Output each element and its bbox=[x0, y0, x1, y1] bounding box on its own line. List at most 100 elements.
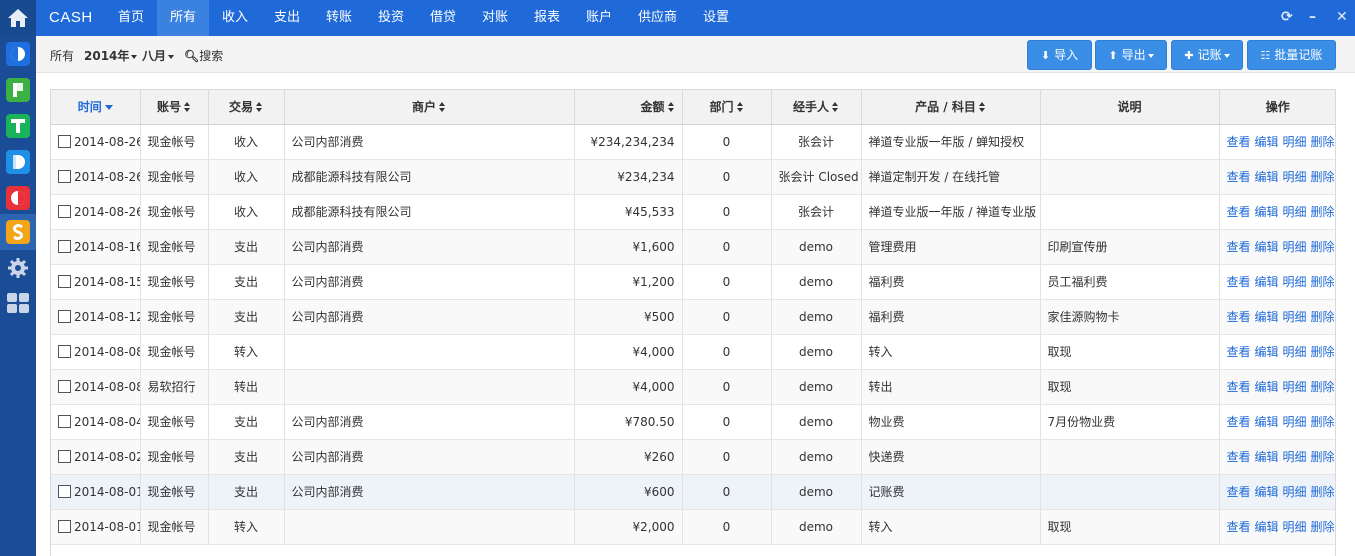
view-link[interactable]: 查看 bbox=[1227, 275, 1251, 289]
row-checkbox[interactable] bbox=[58, 169, 71, 183]
delete-link[interactable]: 删除 bbox=[1311, 240, 1335, 254]
detail-link[interactable]: 明细 bbox=[1283, 450, 1307, 464]
row-checkbox[interactable] bbox=[58, 134, 71, 148]
edit-link[interactable]: 编辑 bbox=[1255, 205, 1279, 219]
row-checkbox[interactable] bbox=[58, 274, 71, 288]
app-o-icon[interactable] bbox=[6, 186, 30, 210]
edit-link[interactable]: 编辑 bbox=[1255, 135, 1279, 149]
table-row[interactable]: 2014-08-01 现金帐号 支出 公司内部消费 ¥600 0 demo 记账费 查看 编辑 明细… bbox=[51, 474, 1335, 510]
app-t-icon[interactable] bbox=[6, 114, 30, 138]
row-checkbox[interactable] bbox=[58, 379, 71, 393]
nav-transfer[interactable]: 转账 bbox=[313, 0, 365, 36]
edit-link[interactable]: 编辑 bbox=[1255, 450, 1279, 464]
close-icon[interactable]: ✕ bbox=[1336, 9, 1348, 25]
nav-income[interactable]: 收入 bbox=[209, 0, 261, 36]
search-link[interactable]: 🔍︎搜索 bbox=[184, 47, 223, 64]
nav-reports[interactable]: 报表 bbox=[521, 0, 573, 36]
detail-link[interactable]: 明细 bbox=[1283, 520, 1307, 534]
row-checkbox[interactable] bbox=[58, 519, 71, 533]
grid-icon[interactable] bbox=[6, 291, 30, 315]
col-header-handler[interactable]: 经手人 bbox=[771, 90, 862, 125]
edit-link[interactable]: 编辑 bbox=[1255, 380, 1279, 394]
row-checkbox[interactable] bbox=[58, 484, 71, 498]
table-row[interactable]: 2014-08-26 现金帐号 收入 成都能源科技有限公司 ¥45,533 0 张会计 禅道专… bbox=[51, 194, 1335, 230]
nav-loan[interactable]: 借贷 bbox=[417, 0, 469, 36]
minimize-icon[interactable]: – bbox=[1309, 9, 1316, 25]
delete-link[interactable]: 删除 bbox=[1311, 205, 1335, 219]
nav-invest[interactable]: 投资 bbox=[365, 0, 417, 36]
table-row[interactable]: 2014-08-02 现金帐号 支出 公司内部消费 ¥260 0 demo 快递费 查看 编辑 明细… bbox=[51, 439, 1335, 475]
app-s-icon[interactable] bbox=[6, 220, 30, 244]
row-checkbox[interactable] bbox=[58, 239, 71, 253]
view-link[interactable]: 查看 bbox=[1227, 135, 1251, 149]
edit-link[interactable]: 编辑 bbox=[1255, 170, 1279, 184]
delete-link[interactable]: 删除 bbox=[1311, 135, 1335, 149]
settings-icon[interactable] bbox=[6, 256, 30, 280]
delete-link[interactable]: 删除 bbox=[1311, 170, 1335, 184]
row-checkbox[interactable] bbox=[58, 309, 71, 323]
table-row[interactable]: 2014-08-08 易软招行 转出 ¥4,000 0 demo 转出 取现 查看 编辑 明细 删除 bbox=[51, 369, 1335, 405]
delete-link[interactable]: 删除 bbox=[1311, 485, 1335, 499]
col-header-merchant[interactable]: 商户 bbox=[284, 90, 575, 125]
col-header-department[interactable]: 部门 bbox=[682, 90, 772, 125]
table-row[interactable]: 2014-08-08 现金帐号 转入 ¥4,000 0 demo 转入 取现 查看 编辑 明细 删除 bbox=[51, 334, 1335, 370]
detail-link[interactable]: 明细 bbox=[1283, 415, 1307, 429]
col-header-time[interactable]: 时间 bbox=[51, 90, 141, 125]
table-row[interactable]: 2014-08-26 现金帐号 收入 成都能源科技有限公司 ¥234,234 0 张会计 C… bbox=[51, 159, 1335, 195]
batch-record-button[interactable]: ☷ 批量记账 bbox=[1247, 40, 1336, 70]
home-button[interactable] bbox=[0, 0, 36, 36]
table-row[interactable]: 2014-08-16 现金帐号 支出 公司内部消费 ¥1,600 0 demo 管理费用 印刷宣… bbox=[51, 229, 1335, 265]
detail-link[interactable]: 明细 bbox=[1283, 485, 1307, 499]
nav-accounts[interactable]: 账户 bbox=[573, 0, 625, 36]
edit-link[interactable]: 编辑 bbox=[1255, 415, 1279, 429]
nav-all[interactable]: 所有 bbox=[157, 0, 210, 36]
table-row[interactable]: 2014-08-04 现金帐号 支出 公司内部消费 ¥780.50 0 demo 物业费 7月份… bbox=[51, 404, 1335, 440]
row-checkbox[interactable] bbox=[58, 344, 71, 358]
delete-link[interactable]: 删除 bbox=[1311, 520, 1335, 534]
edit-link[interactable]: 编辑 bbox=[1255, 345, 1279, 359]
nav-reconcile[interactable]: 对账 bbox=[469, 0, 521, 36]
record-button[interactable]: ✚ 记账 bbox=[1171, 40, 1243, 70]
detail-link[interactable]: 明细 bbox=[1283, 275, 1307, 289]
app-d-icon[interactable] bbox=[6, 150, 30, 174]
edit-link[interactable]: 编辑 bbox=[1255, 240, 1279, 254]
nav-expense[interactable]: 支出 bbox=[261, 0, 313, 36]
refresh-icon[interactable]: ⟳ bbox=[1281, 9, 1293, 25]
delete-link[interactable]: 删除 bbox=[1311, 310, 1335, 324]
export-button[interactable]: ⬆ 导出 bbox=[1095, 40, 1167, 70]
table-row[interactable]: 2014-08-26 现金帐号 收入 公司内部消费 ¥234,234,234 0 张会计 禅道… bbox=[51, 124, 1335, 160]
edit-link[interactable]: 编辑 bbox=[1255, 275, 1279, 289]
detail-link[interactable]: 明细 bbox=[1283, 310, 1307, 324]
delete-link[interactable]: 删除 bbox=[1311, 415, 1335, 429]
col-header-category[interactable]: 产品 / 科目 bbox=[861, 90, 1041, 125]
view-link[interactable]: 查看 bbox=[1227, 450, 1251, 464]
detail-link[interactable]: 明细 bbox=[1283, 240, 1307, 254]
edit-link[interactable]: 编辑 bbox=[1255, 485, 1279, 499]
nav-home[interactable]: 首页 bbox=[105, 0, 157, 36]
delete-link[interactable]: 删除 bbox=[1311, 275, 1335, 289]
view-link[interactable]: 查看 bbox=[1227, 240, 1251, 254]
view-link[interactable]: 查看 bbox=[1227, 310, 1251, 324]
row-checkbox[interactable] bbox=[58, 414, 71, 428]
view-link[interactable]: 查看 bbox=[1227, 345, 1251, 359]
view-link[interactable]: 查看 bbox=[1227, 485, 1251, 499]
view-link[interactable]: 查看 bbox=[1227, 520, 1251, 534]
table-row[interactable]: 2014-08-15 现金帐号 支出 公司内部消费 ¥1,200 0 demo 福利费 员工福利… bbox=[51, 264, 1335, 300]
detail-link[interactable]: 明细 bbox=[1283, 345, 1307, 359]
nav-settings[interactable]: 设置 bbox=[690, 0, 742, 36]
nav-suppliers[interactable]: 供应商 bbox=[625, 0, 690, 36]
app-p-icon[interactable] bbox=[6, 78, 30, 102]
delete-link[interactable]: 删除 bbox=[1311, 450, 1335, 464]
app-c-icon[interactable] bbox=[6, 42, 30, 66]
table-row[interactable]: 2014-08-12 现金帐号 支出 公司内部消费 ¥500 0 demo 福利费 家佳源购物卡… bbox=[51, 299, 1335, 335]
view-link[interactable]: 查看 bbox=[1227, 380, 1251, 394]
view-link[interactable]: 查看 bbox=[1227, 415, 1251, 429]
delete-link[interactable]: 删除 bbox=[1311, 345, 1335, 359]
delete-link[interactable]: 删除 bbox=[1311, 380, 1335, 394]
month-dropdown[interactable]: 八月 bbox=[142, 47, 175, 64]
detail-link[interactable]: 明细 bbox=[1283, 205, 1307, 219]
table-row[interactable]: 2014-08-01 现金帐号 转入 ¥2,000 0 demo 转入 取现 查看 编辑 明细 删除 bbox=[51, 509, 1335, 545]
view-link[interactable]: 查看 bbox=[1227, 170, 1251, 184]
col-header-type[interactable]: 交易 bbox=[208, 90, 285, 125]
detail-link[interactable]: 明细 bbox=[1283, 380, 1307, 394]
